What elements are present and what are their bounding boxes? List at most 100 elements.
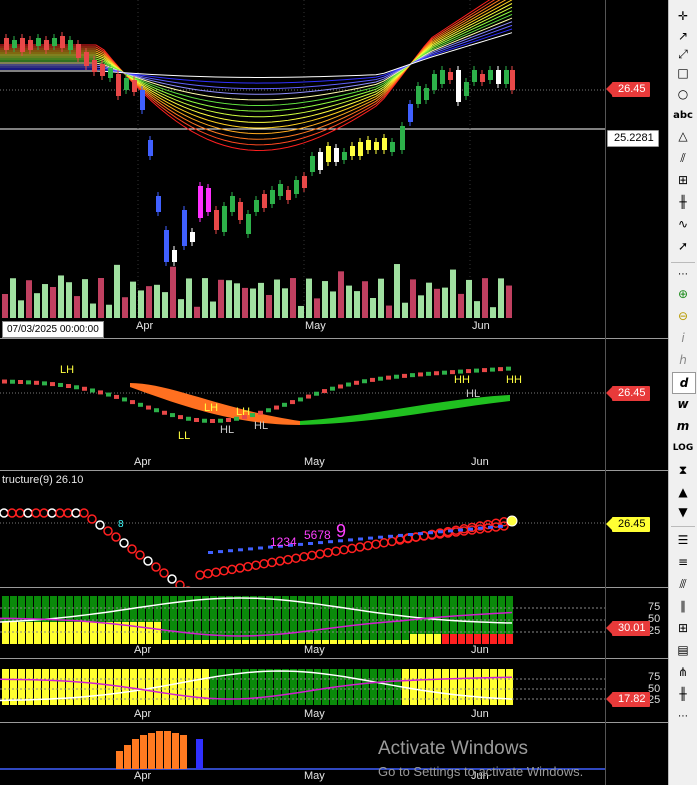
sequence-circle [159,568,169,578]
osc-bar-yellow [154,622,161,644]
rectangle-tool-icon[interactable]: □ [672,63,694,83]
price-pane[interactable]: Apr May Jun 07/03/2025 00:00:00 [0,0,605,338]
volume-bar [338,271,344,318]
zoom-in-icon[interactable]: ⊕ [672,284,694,304]
osc-bar-yellow [194,640,201,644]
candle [488,70,493,80]
interval-h-icon[interactable]: h [672,350,694,370]
hline-price-label[interactable]: 25.2281 [607,130,659,147]
osc1-value-label: 30.01 [612,621,650,636]
log-scale-button[interactable]: LOG [672,438,694,458]
candle [310,156,315,172]
osc2-bar [450,669,457,705]
sequence-circle [323,547,333,558]
lines-icon[interactable]: ≡ [672,552,694,572]
osc2-bar [362,669,369,705]
osc-bar-yellow [178,640,185,644]
sequence-circle [315,549,325,559]
triangle-tool-icon[interactable]: △ [672,126,694,146]
osc2-bar [146,669,153,705]
scroll-down-icon[interactable]: ▼ [672,502,694,522]
candle [382,138,387,150]
sequence-indicator-pane[interactable]: 1234 5678 9 8 [0,471,605,587]
osc2-bar [442,669,449,705]
candle [448,72,453,80]
zoom-out-icon[interactable]: ⊖ [672,306,694,326]
oscillator1-pane[interactable]: Apr May Jun [0,588,605,658]
structure-pane[interactable]: LH LH LH LL HL HL HH HH HL Apr May Jun [0,339,605,470]
crosshair-date-box: 07/03/2025 00:00:00 [2,321,104,338]
interval-d-icon[interactable]: d [672,372,696,394]
fib-tool-icon[interactable]: ⊞ [672,170,694,190]
scroll-up-icon[interactable]: ▲ [672,482,694,502]
structure-bar [202,418,207,423]
sequence-circle [371,539,381,549]
sequence-circle [259,559,269,569]
volume-bar [426,282,432,318]
ellipse-tool-icon[interactable]: ○ [672,84,694,104]
more-tools-icon[interactable]: ⋯ [672,706,694,726]
osc2-scale-75: 75 [648,671,661,683]
osc-bar-yellow [498,634,505,644]
osc-bar-yellow [482,634,489,644]
candle [214,210,219,230]
sequence-dash [458,528,463,532]
candle [60,36,65,48]
osc-bar-yellow [290,640,297,644]
menu-icon[interactable]: ☰ [672,530,694,550]
sequence-dash [208,551,213,554]
interval-w-icon[interactable]: w [672,394,694,414]
volume-bar [242,287,248,318]
sequence-dash [248,547,253,551]
candle [140,90,145,110]
osc2-bar [258,669,265,705]
structure-bar [410,373,415,378]
hourglass-icon[interactable]: ⧗ [672,460,694,480]
dots-icon[interactable]: ⋯ [672,264,694,284]
candle [68,40,73,50]
swing-label: LL [178,430,190,442]
bars-tool-icon[interactable]: ▤ [672,640,694,660]
structure-bar [338,384,343,389]
diagonal-tool-icon[interactable]: ⤢ [672,44,694,64]
volume-bar [170,266,176,318]
text-tool-icon[interactable]: abc [672,105,694,125]
parallel-tool-icon[interactable]: ∥ [672,596,694,616]
pitchfork-tool-icon[interactable]: ⋔ [672,662,694,682]
candle [254,200,259,212]
osc2-bar [386,669,393,705]
osc-bar-yellow [274,640,281,644]
sequence-dash [438,530,443,534]
structure-bar [34,380,39,385]
osc2-bar [250,669,257,705]
interval-i-icon[interactable]: i [672,328,694,348]
wave-tool-icon[interactable]: ∿ [672,214,694,234]
gann-grid-icon[interactable]: ╫ [672,684,694,704]
volume-bar [354,291,360,318]
gann-tool-icon[interactable]: ╫ [672,192,694,212]
candle [318,152,323,170]
crosshair-icon[interactable]: ✛ [672,6,694,26]
osc2-bar [498,669,505,705]
structure-bar [210,419,215,423]
osc2-bar [106,669,113,705]
price-axis-border [605,0,606,785]
arrow-tool-icon[interactable]: ↗ [672,26,694,46]
sequence-dash [308,542,313,545]
fan-tool-icon[interactable]: ⫻ [672,574,694,594]
structure-bar [194,417,199,422]
month-label-jun: Jun [471,456,489,468]
grid-tool-icon[interactable]: ⊞ [672,618,694,638]
osc-bar-yellow [250,640,257,644]
sequence-circle [71,508,81,518]
interval-m-icon[interactable]: m [672,416,694,436]
osc-bar-yellow [202,640,209,644]
sequence-dash [228,549,233,553]
channel-tool-icon[interactable]: ⫽ [672,148,694,168]
pointer-tool-icon[interactable]: ➚ [672,236,694,256]
moving-average-line [0,0,513,129]
osc-bar-yellow [466,634,473,644]
oscillator2-pane[interactable]: Apr May Jun [0,659,605,722]
candle [334,148,339,162]
sequence-dash [368,536,373,540]
